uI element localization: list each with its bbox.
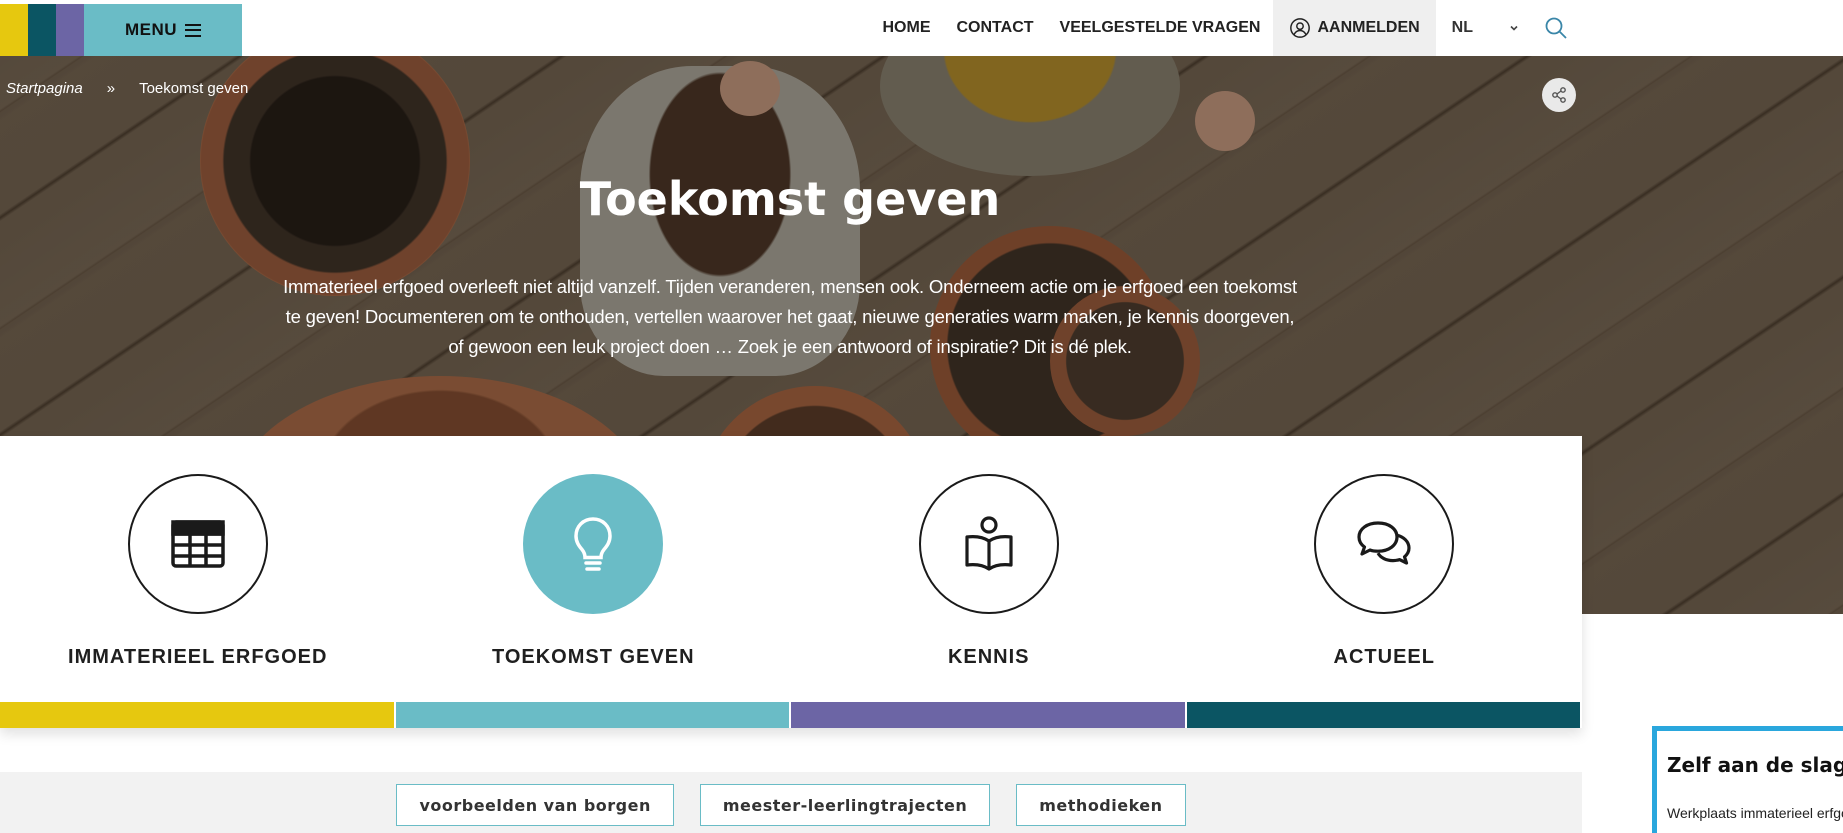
side-card-text: Werkplaats immaterieel erfgoed: [1667, 805, 1843, 821]
side-card-title: Zelf aan de slag: [1667, 753, 1843, 777]
category-kennis[interactable]: KENNIS: [791, 436, 1187, 728]
category-label: ACTUEEL: [1333, 646, 1435, 668]
menu-button[interactable]: MENU: [84, 4, 242, 56]
grid-icon: [171, 520, 225, 568]
hamburger-icon: [185, 23, 202, 37]
top-bar: MENU HOME CONTACT VEELGESTELDE VRAGEN AA…: [0, 0, 1843, 56]
language-label: NL: [1451, 19, 1473, 36]
breadcrumb-current: Toekomst geven: [139, 80, 249, 97]
category-immaterieel-erfgoed[interactable]: IMMATERIEEL ERFGOED: [0, 436, 396, 728]
category-actueel[interactable]: ACTUEEL: [1186, 436, 1583, 728]
category-color-bar: [395, 702, 789, 728]
category-icon-circle: [918, 474, 1059, 614]
brand-stripe-yellow: [0, 4, 28, 56]
page: { "colors": { "yellow": "#e6c80f", "teal…: [0, 0, 1843, 833]
user-circle-icon: [1290, 18, 1311, 38]
reading-person-icon: [965, 516, 1013, 571]
tag-meester-leerlingtrajecten[interactable]: meester-leerlingtrajecten: [699, 784, 991, 826]
side-card[interactable]: Zelf aan de slag Werkplaats immaterieel …: [1652, 726, 1843, 833]
lightbulb-icon: [574, 517, 613, 571]
tag-methodieken[interactable]: methodieken: [1016, 784, 1186, 826]
tag-voorbeelden-van-borgen[interactable]: voorbeelden van borgen: [396, 784, 674, 826]
category-toekomst-geven[interactable]: TOEKOMST GEVEN: [395, 436, 792, 728]
breadcrumb-separator: »: [106, 80, 116, 97]
category-color-bar: [0, 702, 394, 728]
language-select[interactable]: NL: [1436, 0, 1529, 56]
category-icon-circle: [523, 474, 664, 614]
category-label: IMMATERIEEL ERFGOED: [68, 646, 328, 668]
category-color-bar: [1186, 702, 1580, 728]
category-label: KENNIS: [947, 646, 1030, 668]
nav-contact[interactable]: CONTACT: [944, 0, 1047, 56]
category-label: TOEKOMST GEVEN: [491, 646, 695, 668]
login-label: AANMELDEN: [1317, 19, 1420, 36]
nav-faq[interactable]: VEELGESTELDE VRAGEN: [1047, 0, 1274, 56]
share-icon: [1552, 87, 1566, 103]
category-icon-circle: [1314, 474, 1455, 614]
category-panel: IMMATERIEEL ERFGOED TOEKOMST GEVEN KENNI…: [0, 436, 1582, 728]
category-color-bar: [791, 702, 1185, 728]
brand-stripe-purple: [56, 4, 84, 56]
breadcrumb: Startpagina » Toekomst geven: [6, 80, 248, 97]
breadcrumb-home[interactable]: Startpagina: [6, 80, 83, 97]
tag-filter-bar: voorbeelden van borgen meester-leerlingt…: [0, 772, 1582, 833]
nav-home[interactable]: HOME: [870, 0, 944, 56]
menu-label: MENU: [124, 20, 178, 39]
page-title: Toekomst geven: [579, 172, 1001, 226]
speech-bubbles-icon: [1357, 521, 1411, 565]
main-nav: HOME CONTACT VEELGESTELDE VRAGEN AANMELD…: [870, 0, 1570, 56]
hero-intro: Immaterieel erfgoed overleeft niet altij…: [283, 276, 1297, 357]
search-icon[interactable]: [1543, 15, 1569, 41]
share-button[interactable]: [1542, 78, 1576, 112]
login-button[interactable]: AANMELDEN: [1273, 0, 1436, 56]
category-icon-circle: [127, 474, 268, 614]
brand-stripe-teal: [28, 4, 56, 56]
chevron-down-icon: [1510, 25, 1518, 31]
brand-stripes: [0, 4, 84, 56]
